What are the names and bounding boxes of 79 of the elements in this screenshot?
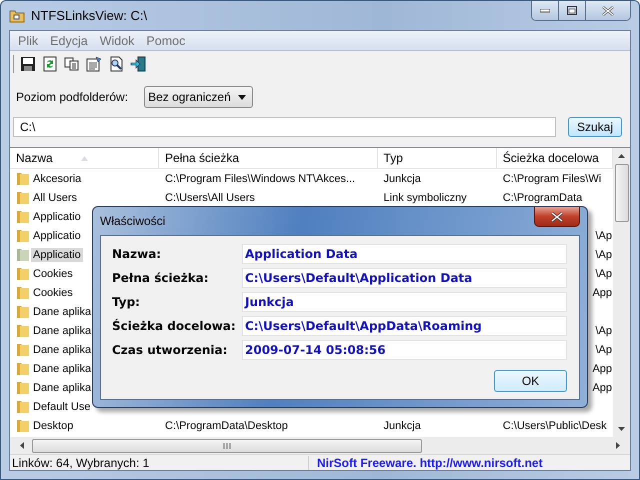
table-cell: C:\ProgramData\Desktop xyxy=(165,420,288,432)
maximize-icon xyxy=(567,6,577,15)
table-cell: Link symboliczny xyxy=(384,192,467,204)
properties-icon[interactable] xyxy=(86,56,102,72)
horizontal-scrollbar[interactable] xyxy=(10,437,630,454)
status-text: Linków: 64, Wybranych: 1 xyxy=(11,456,150,470)
field-label: Typ: xyxy=(112,295,141,309)
close-icon xyxy=(602,6,614,16)
path-field[interactable]: C:\ xyxy=(13,117,556,137)
scroll-up-icon[interactable] xyxy=(618,154,625,158)
dialog-title: Właściwości xyxy=(100,214,166,228)
name-cell[interactable]: Dane aplika xyxy=(33,382,92,394)
value-field[interactable]: C:\Users\Default\Application Data xyxy=(242,268,567,288)
table-cell: App xyxy=(592,362,612,374)
find-icon[interactable] xyxy=(108,56,124,72)
scroll-down-icon[interactable] xyxy=(618,427,625,431)
name-cell[interactable]: Dane aplika xyxy=(33,362,92,374)
table-cell: Junkcja xyxy=(384,172,421,184)
column-header[interactable]: Nazwa xyxy=(10,148,160,168)
subfolder-level-dropdown[interactable]: Bez ograniczeń xyxy=(144,86,253,108)
name-cell[interactable]: Default Use xyxy=(33,400,90,412)
menu-item[interactable]: Plik xyxy=(12,34,44,48)
table-cell: \Ap xyxy=(596,324,612,336)
minimize-icon xyxy=(540,8,550,12)
search-button[interactable]: Szukaj xyxy=(568,117,622,137)
field-label: Czas utworzenia: xyxy=(112,343,228,357)
name-cell[interactable]: Akcesoria xyxy=(33,172,82,184)
value-field[interactable]: 2009-07-14 05:08:56 xyxy=(242,340,567,360)
table-cell: \Ap xyxy=(596,344,612,356)
scroll-thumb[interactable] xyxy=(614,164,628,222)
menu-item[interactable]: Pomoc xyxy=(140,34,192,48)
name-cell[interactable]: Dane aplika xyxy=(33,306,92,318)
scroll-left-icon[interactable] xyxy=(20,442,24,449)
table-cell: C:\Users\All Users xyxy=(165,192,255,204)
name-cell[interactable]: Applicatio xyxy=(33,210,81,222)
name-cell[interactable]: Dane aplika xyxy=(33,324,92,336)
table-cell: App xyxy=(592,382,612,394)
subfolder-level-label: Poziom podfolderów: xyxy=(16,90,128,104)
column-header[interactable]: Pełna ścieżka xyxy=(159,148,378,168)
table-cell: \Ap xyxy=(596,248,612,260)
ok-button[interactable]: OK xyxy=(494,370,567,392)
table-cell: C:\Program Files\Windows NT\Akces... xyxy=(165,172,356,184)
table-cell: \Ap xyxy=(596,230,612,242)
name-cell[interactable]: Applicatio xyxy=(31,248,83,262)
field-label: Ścieżka docelowa: xyxy=(112,319,237,333)
table-cell: Junkcja xyxy=(384,420,421,432)
menu-item[interactable]: Widok xyxy=(94,34,140,48)
table-cell: C:\Program Files\Wi xyxy=(502,172,602,184)
scroll-right-icon[interactable] xyxy=(616,442,620,449)
copy-icon[interactable] xyxy=(64,56,80,72)
window-title: NTFSLinksView: C:\ xyxy=(31,8,148,23)
scroll-thumb[interactable] xyxy=(32,438,422,452)
value-field[interactable]: C:\Users\Default\AppData\Roaming xyxy=(242,316,567,336)
value-field[interactable]: Application Data xyxy=(242,244,567,264)
table-cell: C:\ProgramData xyxy=(502,192,582,204)
name-cell[interactable]: Desktop xyxy=(33,420,74,432)
table-cell: \Ap xyxy=(596,268,612,280)
name-cell[interactable]: Dane aplika xyxy=(33,344,92,356)
website-link[interactable]: NirSoft Freeware. http://www.nirsoft.net xyxy=(308,456,543,470)
table-cell: App xyxy=(592,286,612,298)
dropdown-arrow-icon xyxy=(238,94,246,100)
name-cell[interactable]: Cookies xyxy=(33,286,73,298)
maximize-button[interactable] xyxy=(559,1,586,20)
table-cell: C:\Users\Public\Desk xyxy=(502,420,607,432)
name-cell[interactable]: Applicatio xyxy=(33,230,81,242)
refresh-icon[interactable] xyxy=(42,56,58,72)
minimize-button[interactable] xyxy=(532,1,559,20)
exit-door-icon[interactable] xyxy=(130,56,146,72)
name-cell[interactable]: Cookies xyxy=(33,268,73,280)
vertical-scrollbar[interactable] xyxy=(613,148,630,437)
column-header[interactable]: Typ xyxy=(378,148,497,168)
close-button[interactable] xyxy=(534,207,580,227)
close-icon xyxy=(551,212,563,222)
field-label: Nazwa: xyxy=(112,247,162,261)
name-cell[interactable]: All Users xyxy=(33,192,78,204)
value-field[interactable]: Junkcja xyxy=(242,292,567,312)
folder-icon xyxy=(9,8,25,22)
menu-item[interactable]: Edycja xyxy=(44,34,94,48)
field-label: Pełna ścieżka: xyxy=(112,271,210,285)
